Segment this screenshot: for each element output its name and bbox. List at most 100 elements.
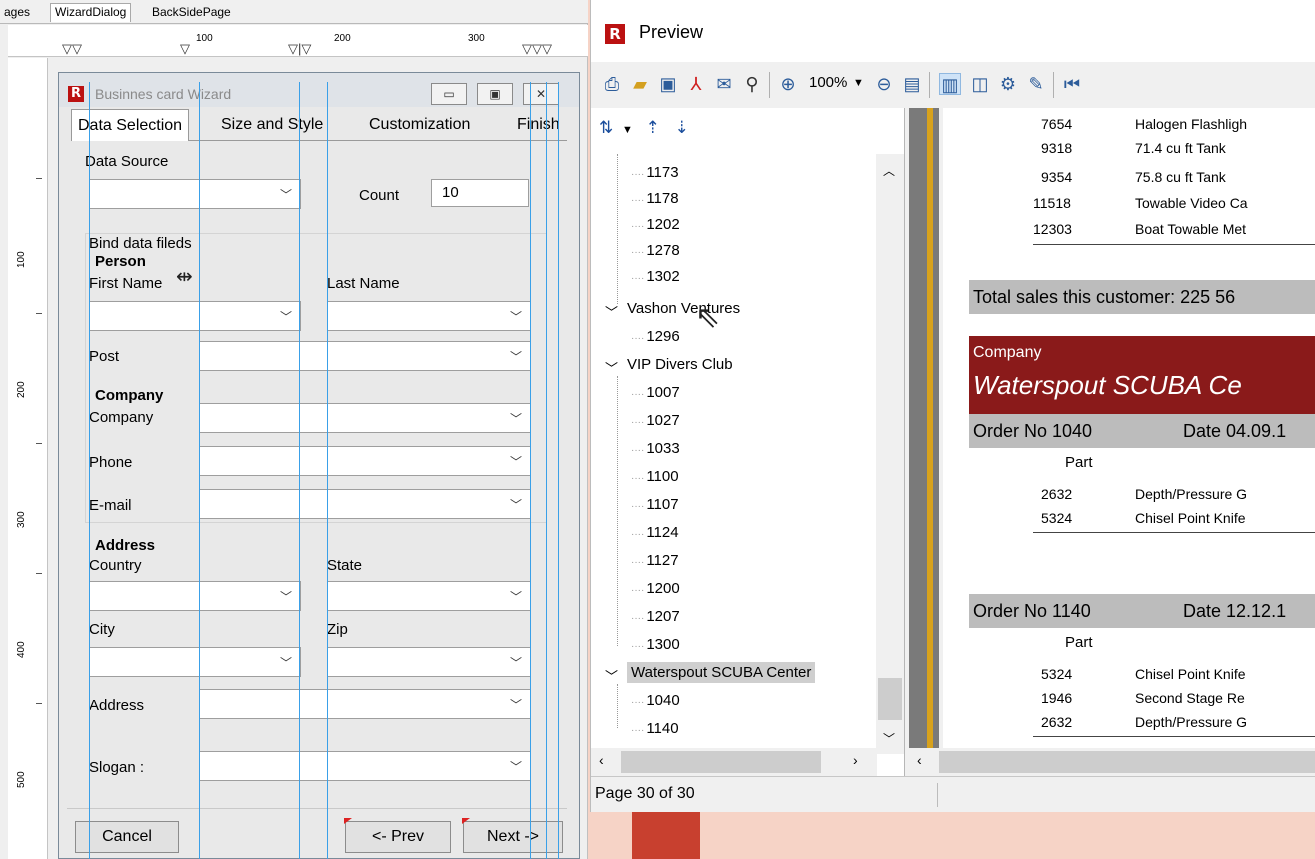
zoom-out-icon[interactable]: ⊖ — [873, 73, 895, 95]
tree-item-order[interactable]: 1124 — [631, 524, 678, 541]
tree-item-order[interactable]: 1202 — [631, 216, 679, 233]
wizard-title: Businnes card Wizard — [95, 86, 232, 102]
scroll-up-icon[interactable]: ︿ — [883, 162, 895, 179]
address-select[interactable]: ﹀ — [199, 689, 531, 719]
ruler-tab-marker[interactable]: ▽|▽ — [288, 41, 311, 57]
tree-item-order[interactable]: 1140 — [631, 720, 678, 737]
outline-toggle-icon[interactable]: ▥ — [939, 73, 961, 95]
close-icon[interactable]: ✕ — [523, 83, 559, 105]
tree-item-order[interactable]: 1207 — [631, 608, 679, 625]
scrollbar-thumb[interactable] — [878, 678, 902, 720]
tree-item-customer[interactable]: VIP Divers Club — [627, 356, 733, 373]
tree-item-order[interactable]: 1278 — [631, 242, 679, 259]
tab-size-and-style[interactable]: Size and Style — [215, 109, 329, 141]
tree-item-order[interactable]: 1296 — [631, 328, 679, 345]
company-label: Company — [89, 409, 154, 426]
move-up-icon[interactable]: ⇡ — [646, 118, 660, 137]
tree-line — [617, 684, 618, 728]
zoom-dropdown-icon[interactable]: ▼ — [853, 77, 864, 89]
outline-vertical-scrollbar[interactable]: ︿ ﹀ — [876, 154, 904, 754]
tree-item-order[interactable]: 1300 — [631, 636, 679, 653]
tree-item-order[interactable]: 1033 — [631, 440, 679, 457]
tree-item-order[interactable]: 1100 — [631, 468, 678, 485]
email-icon[interactable]: ✉ — [713, 73, 735, 95]
tree-item-order[interactable]: 1027 — [631, 412, 679, 429]
page-tab-wizard-dialog[interactable]: WizardDialog — [50, 3, 132, 22]
print-icon[interactable]: ⎙ — [601, 73, 623, 95]
first-name-label: First Name — [89, 275, 163, 292]
thumbnails-icon[interactable]: ◫ — [969, 73, 991, 95]
outline-horizontal-scrollbar[interactable]: ‹ › — [591, 748, 877, 776]
part-description: Chisel Point Knife — [1135, 510, 1246, 526]
ruler-tab-marker[interactable]: ▽ — [180, 41, 190, 57]
page-tab-back-side-page[interactable]: BackSidePage — [148, 4, 235, 20]
tree-item-customer-selected[interactable]: Waterspout SCUBA Center — [627, 662, 816, 683]
zoom-in-icon[interactable]: ⊕ — [777, 73, 799, 95]
pdf-export-icon[interactable]: ⅄ — [685, 73, 707, 95]
scroll-left-icon[interactable]: ‹ — [599, 752, 604, 768]
count-input[interactable]: 10 — [431, 179, 529, 207]
preview-title-bar: R Preview — [591, 0, 1315, 62]
ruler-tick — [36, 703, 42, 704]
slogan-select[interactable]: ﹀ — [199, 751, 531, 781]
address-group-label: Address — [95, 537, 156, 554]
page-tab-images[interactable]: ages — [0, 4, 34, 20]
part-number: 1946 — [1041, 690, 1073, 706]
tree-item-order[interactable]: 1178 — [631, 190, 678, 207]
collapse-icon[interactable]: ﹀ — [605, 358, 618, 377]
prev-button[interactable]: <- Prev — [344, 818, 451, 853]
data-source-select[interactable]: ﹀ — [89, 179, 301, 209]
scrollbar-thumb[interactable] — [621, 751, 821, 773]
tree-item-order[interactable]: 1127 — [631, 552, 678, 569]
state-select[interactable]: ﹀ — [327, 581, 531, 611]
tree-item-order[interactable]: 1007 — [631, 384, 679, 401]
country-select[interactable]: ﹀ — [89, 581, 301, 611]
toolbar-separator — [1053, 72, 1054, 98]
sort-az-icon[interactable]: ⇅ — [599, 118, 613, 137]
page-setup-icon[interactable]: ⚙ — [997, 73, 1019, 95]
next-button[interactable]: Next -> — [462, 818, 563, 853]
phone-select[interactable]: ﹀ — [199, 446, 531, 476]
zoom-level[interactable]: 100% — [809, 74, 847, 91]
move-down-icon[interactable]: ⇣ — [675, 118, 689, 137]
company-select[interactable]: ﹀ — [199, 403, 531, 433]
tree-item-order[interactable]: 1302 — [631, 268, 679, 285]
maximize-icon[interactable]: ▣ — [477, 83, 513, 105]
design-guide — [558, 82, 559, 859]
post-select[interactable]: ﹀ — [199, 341, 531, 371]
tab-customization[interactable]: Customization — [363, 109, 476, 141]
edit-page-icon[interactable]: ✎ — [1025, 73, 1047, 95]
email-select[interactable]: ﹀ — [199, 489, 531, 519]
report-outline-tree: ⇅ ▼ ⇡ ⇣ 1173 1178 1202 1278 1302 ﹀ Vasho… — [591, 108, 905, 776]
city-select[interactable]: ﹀ — [89, 647, 301, 677]
collapse-icon[interactable]: ﹀ — [605, 302, 618, 321]
cancel-button[interactable]: Cancel — [75, 821, 179, 853]
last-name-select[interactable]: ﹀ — [327, 301, 531, 331]
full-screen-icon[interactable]: ▤ — [901, 73, 923, 95]
zip-select[interactable]: ﹀ — [327, 647, 531, 677]
tree-item-order[interactable]: 1173 — [631, 164, 678, 181]
first-name-select[interactable]: ﹀ — [89, 301, 301, 331]
open-icon[interactable]: ▰ — [629, 73, 651, 95]
report-horizontal-scrollbar[interactable]: ‹ — [909, 748, 1315, 776]
tree-item-order[interactable]: 1200 — [631, 580, 679, 597]
collapse-icon[interactable]: ﹀ — [605, 666, 618, 685]
tree-item-order[interactable]: 1107 — [631, 496, 678, 513]
first-page-icon[interactable]: ⏮ — [1061, 73, 1083, 95]
scrollbar-thumb[interactable] — [939, 751, 1315, 773]
designer-page-tabs: ages WizardDialog BackSidePage — [0, 0, 588, 24]
flag-icon — [462, 818, 470, 824]
tree-item-customer[interactable]: Vashon Ventures — [627, 300, 740, 317]
ruler-indent-marker[interactable]: ▽▽▽ — [522, 41, 552, 57]
save-icon[interactable]: ▣ — [657, 73, 679, 95]
sort-dropdown-icon[interactable]: ▼ — [622, 124, 633, 136]
minimize-icon[interactable]: ▭ — [431, 83, 467, 105]
scroll-down-icon[interactable]: ﹀ — [883, 730, 895, 747]
scroll-left-icon[interactable]: ‹ — [917, 752, 922, 768]
ruler-indent-marker[interactable]: ▽▽ — [62, 41, 82, 57]
ruler-label-200: 200 — [16, 381, 27, 398]
find-icon[interactable]: ⚲ — [741, 73, 763, 95]
tree-item-order[interactable]: 1040 — [631, 692, 679, 709]
order-number: Order No 1140 — [973, 601, 1091, 621]
scroll-right-icon[interactable]: › — [853, 752, 858, 768]
